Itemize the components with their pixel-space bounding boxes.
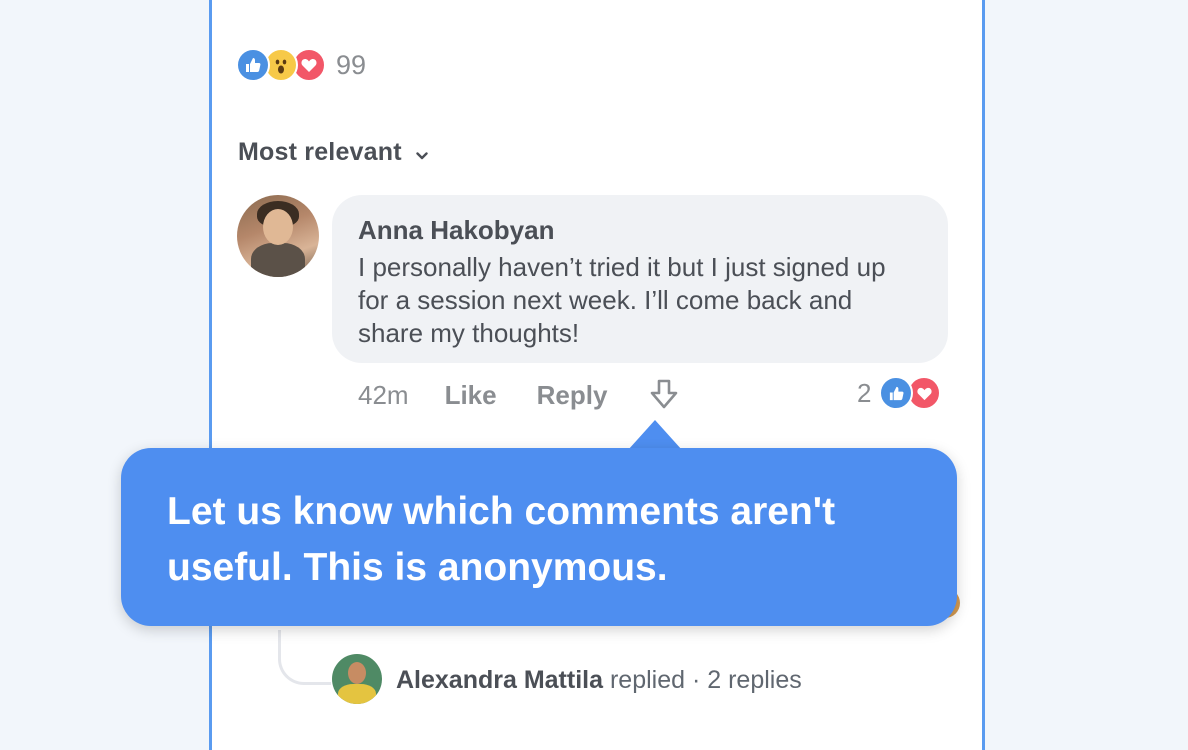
avatar[interactable] — [237, 195, 319, 277]
tooltip-message: Let us know which comments aren't useful… — [167, 490, 836, 589]
cropped-action-bar — [212, 0, 982, 2]
downvote-button[interactable] — [647, 378, 681, 412]
sort-label: Most relevant — [238, 138, 402, 166]
chevron-down-icon — [416, 138, 428, 167]
thumbs-up-icon — [236, 48, 270, 82]
comment-reaction-count: 2 — [857, 377, 872, 408]
feed-panel: 99 Most relevant Anna Hakobyan I persona… — [209, 0, 985, 750]
view-replies-link[interactable]: Alexandra Mattila replied · 2 replies — [396, 666, 802, 695]
comment-text: I personally haven’t tried it but I just… — [358, 252, 886, 348]
thumbs-up-icon — [879, 376, 914, 410]
reply-author: Alexandra Mattila — [396, 666, 604, 694]
thread-connector — [278, 630, 331, 685]
comment-bubble: Anna Hakobyan I personally haven’t tried… — [332, 195, 948, 363]
reply-avatar[interactable] — [332, 654, 382, 704]
reply-button[interactable]: Reply — [537, 380, 608, 411]
reaction-count[interactable]: 99 — [336, 50, 366, 81]
comment-actions: 42m Like Reply — [358, 378, 681, 412]
comment-timestamp[interactable]: 42m — [358, 380, 409, 411]
downvote-tooltip[interactable]: Let us know which comments aren't useful… — [121, 448, 957, 626]
like-button[interactable]: Like — [445, 380, 497, 411]
tooltip-pointer — [628, 420, 682, 450]
comment-author[interactable]: Anna Hakobyan — [358, 215, 555, 246]
comment-sort-dropdown[interactable]: Most relevant — [238, 138, 428, 167]
reply-count: replied · 2 replies — [609, 666, 802, 694]
post-reactions[interactable]: 99 — [236, 48, 366, 82]
arrow-down-icon — [651, 379, 678, 409]
comment-reactions[interactable]: 2 — [857, 376, 942, 410]
